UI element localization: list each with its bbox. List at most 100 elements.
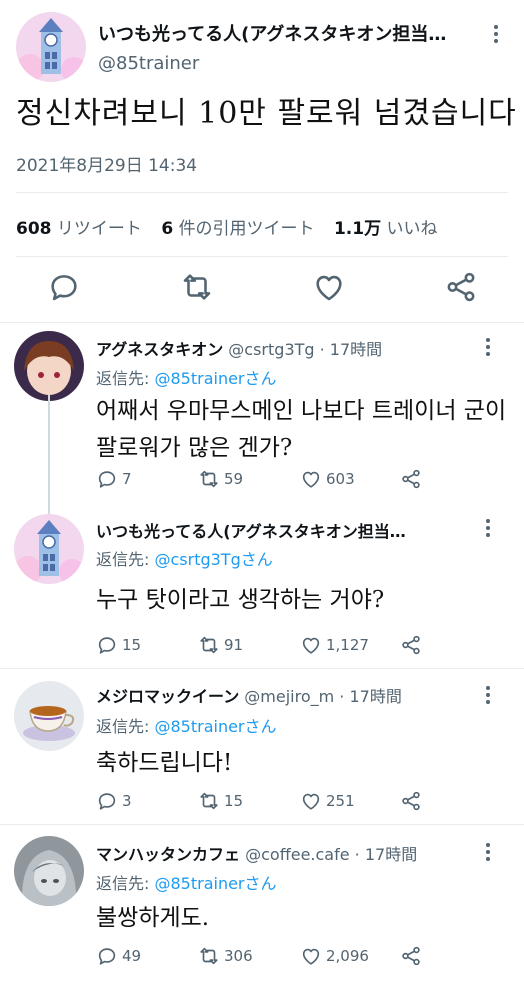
reply-action-bar: 7 59 603 [96, 468, 456, 492]
reply-tweet[interactable]: いつも光ってる人(アグネスタキオン担当… 返信先: @csrtg3Tgさん 누구… [0, 498, 524, 668]
reply-count: 7 [122, 470, 132, 488]
retweet-button[interactable]: 91 [198, 634, 243, 656]
reply-text: 축하드립니다! [96, 745, 232, 782]
reply-button[interactable]: 3 [96, 790, 132, 812]
reply-header: メジロマックイーン @mejiro_m · 17時間 [96, 683, 476, 707]
reply-button[interactable]: 7 [96, 468, 132, 490]
author-handle[interactable]: @85trainer [98, 53, 199, 74]
retweet-button[interactable]: 15 [198, 790, 243, 812]
main-action-bar [0, 270, 524, 310]
author-name[interactable]: いつも光ってる人(アグネスタキオン担当… [96, 522, 406, 541]
share-button[interactable] [400, 945, 422, 967]
author-name[interactable]: アグネスタキオン [96, 340, 223, 359]
reply-to-label: 返信先: [96, 369, 155, 388]
author-name[interactable]: メジロマックイーン [96, 687, 239, 706]
reply-tweet[interactable]: アグネスタキオン @csrtg3Tg · 17時間 返信先: @85traine… [0, 322, 524, 517]
like-count: 603 [326, 470, 355, 488]
avatar-clocktower-image [16, 12, 86, 82]
tweet-text: 정신차려보니 10만 팔로워 넘겼습니다 [16, 96, 517, 131]
reply-text-line: 누구 탓이라고 생각하는 거야? [96, 587, 385, 613]
author-name[interactable]: いつも光ってる人(アグネスタキオン担当… [98, 20, 468, 46]
author-handle-time[interactable]: @coffee.cafe · 17時間 [245, 845, 417, 864]
avatar[interactable] [14, 514, 84, 584]
reply-to: 返信先: @85trainerさん [96, 870, 277, 894]
retweet-button[interactable]: 306 [198, 945, 253, 967]
reply-to-link[interactable]: @85trainerさん [154, 874, 276, 893]
reply-text: 불쌍하게도. [96, 900, 209, 937]
reply-tweet[interactable]: メジロマックイーン @mejiro_m · 17時間 返信先: @85train… [0, 668, 524, 824]
reply-icon [96, 790, 118, 812]
reply-to-link[interactable]: @csrtg3Tgさん [154, 550, 272, 569]
reply-icon[interactable] [47, 270, 81, 304]
reply-text: 누구 탓이라고 생각하는 거야? [96, 582, 384, 619]
quote-count[interactable]: 6 [161, 219, 173, 239]
retweet-count: 91 [224, 636, 244, 654]
tweet-timestamp[interactable]: 2021年8月29日 14:34 [16, 151, 197, 176]
like-label[interactable]: いいね [387, 219, 438, 239]
like-count: 1,127 [326, 636, 369, 654]
retweet-icon[interactable] [180, 270, 214, 304]
reply-icon [96, 945, 118, 967]
reply-header: アグネスタキオン @csrtg3Tg · 17時間 [96, 336, 476, 360]
like-icon [300, 468, 322, 490]
like-icon [300, 790, 322, 812]
like-button[interactable]: 251 [300, 790, 355, 812]
like-button[interactable]: 2,096 [300, 945, 369, 967]
author-handle-time[interactable]: @csrtg3Tg · 17時間 [228, 340, 382, 359]
retweet-count: 306 [224, 947, 253, 965]
reply-text-line: 팔로워가 많은 겐가? [96, 435, 293, 461]
tweet-stats: 608 リツイート 6 件の引用ツイート 1.1万 いいね [16, 214, 438, 239]
reply-header: マンハッタンカフェ @coffee.cafe · 17時間 [96, 841, 476, 865]
reply-tweet[interactable]: マンハッタンカフェ @coffee.cafe · 17時間 返信先: @85tr… [0, 824, 524, 987]
divider [16, 256, 508, 257]
share-button[interactable] [400, 634, 422, 656]
share-icon [400, 468, 422, 490]
retweet-count[interactable]: 608 [16, 219, 52, 239]
like-icon[interactable] [312, 270, 346, 304]
like-button[interactable]: 1,127 [300, 634, 369, 656]
share-icon[interactable] [444, 270, 478, 304]
retweet-icon [198, 468, 220, 490]
reply-action-bar: 49 306 2,096 [96, 945, 456, 969]
reply-to-label: 返信先: [96, 550, 155, 569]
avatar[interactable] [16, 12, 86, 82]
more-options-icon[interactable] [486, 22, 506, 46]
share-button[interactable] [400, 468, 422, 490]
like-icon [300, 945, 322, 967]
like-count[interactable]: 1.1万 [334, 219, 381, 239]
more-options-icon[interactable] [478, 683, 498, 707]
reply-button[interactable]: 49 [96, 945, 141, 967]
share-icon [400, 790, 422, 812]
like-count: 251 [326, 792, 355, 810]
retweet-button[interactable]: 59 [198, 468, 243, 490]
avatar-clocktower-image [14, 514, 84, 584]
reply-to-link[interactable]: @85trainerさん [154, 369, 276, 388]
reply-count: 15 [122, 636, 142, 654]
author-handle-time[interactable]: @mejiro_m · 17時間 [244, 687, 402, 706]
reply-text-line: 어째서 우마무스메인 나보다 트레이너 군이 [96, 398, 507, 424]
reply-to-label: 返信先: [96, 874, 155, 893]
reply-to: 返信先: @85trainerさん [96, 713, 277, 737]
reply-to: 返信先: @csrtg3Tgさん [96, 546, 273, 570]
avatar[interactable] [14, 836, 84, 906]
more-options-icon[interactable] [478, 840, 498, 864]
retweet-icon [198, 634, 220, 656]
reply-header: いつも光ってる人(アグネスタキオン担当… [96, 518, 476, 542]
divider [16, 192, 508, 193]
more-options-icon[interactable] [478, 516, 498, 540]
share-button[interactable] [400, 790, 422, 812]
reply-count: 3 [122, 792, 132, 810]
reply-to-link[interactable]: @85trainerさん [154, 717, 276, 736]
more-options-icon[interactable] [478, 335, 498, 359]
retweet-count: 59 [224, 470, 244, 488]
quote-label[interactable]: 件の引用ツイート [179, 219, 315, 239]
avatar[interactable] [14, 681, 84, 751]
avatar[interactable] [14, 331, 84, 401]
avatar-character-image [14, 331, 84, 401]
share-icon [400, 634, 422, 656]
reply-button[interactable]: 15 [96, 634, 141, 656]
reply-text: 어째서 우마무스메인 나보다 트레이너 군이 팔로워가 많은 겐가? [96, 393, 506, 467]
like-button[interactable]: 603 [300, 468, 355, 490]
retweet-label[interactable]: リツイート [57, 219, 142, 239]
author-name[interactable]: マンハッタンカフェ [96, 845, 240, 864]
